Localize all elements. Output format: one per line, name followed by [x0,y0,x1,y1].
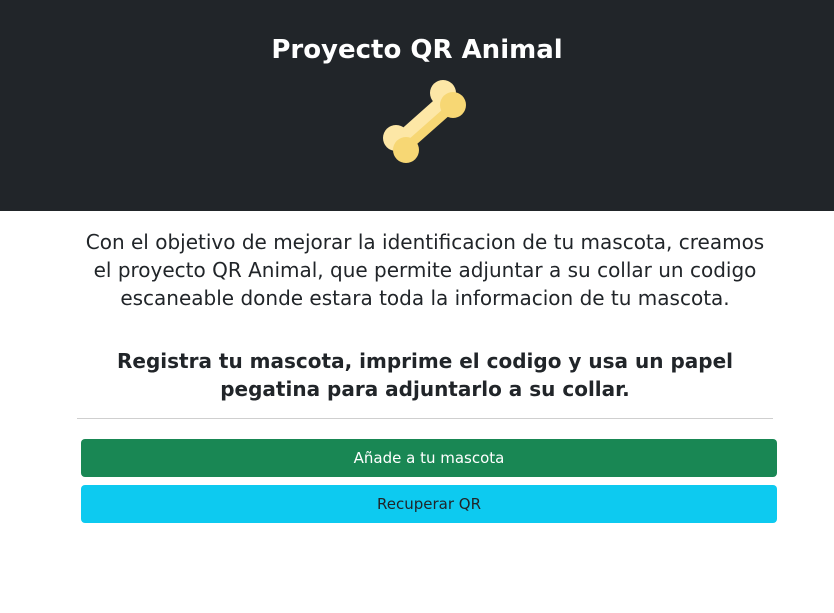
section-divider [77,418,773,419]
add-pet-button[interactable]: Añade a tu mascota [81,439,777,477]
intro-description: Con el objetivo de mejorar la identifica… [85,230,765,310]
bone-icon [380,80,470,166]
page-header: Proyecto QR Animal [0,0,834,211]
page-title: Proyecto QR Animal [271,35,563,65]
registration-callout: Registra tu mascota, imprime el codigo y… [117,349,733,401]
recover-qr-button[interactable]: Recuperar QR [81,485,777,523]
